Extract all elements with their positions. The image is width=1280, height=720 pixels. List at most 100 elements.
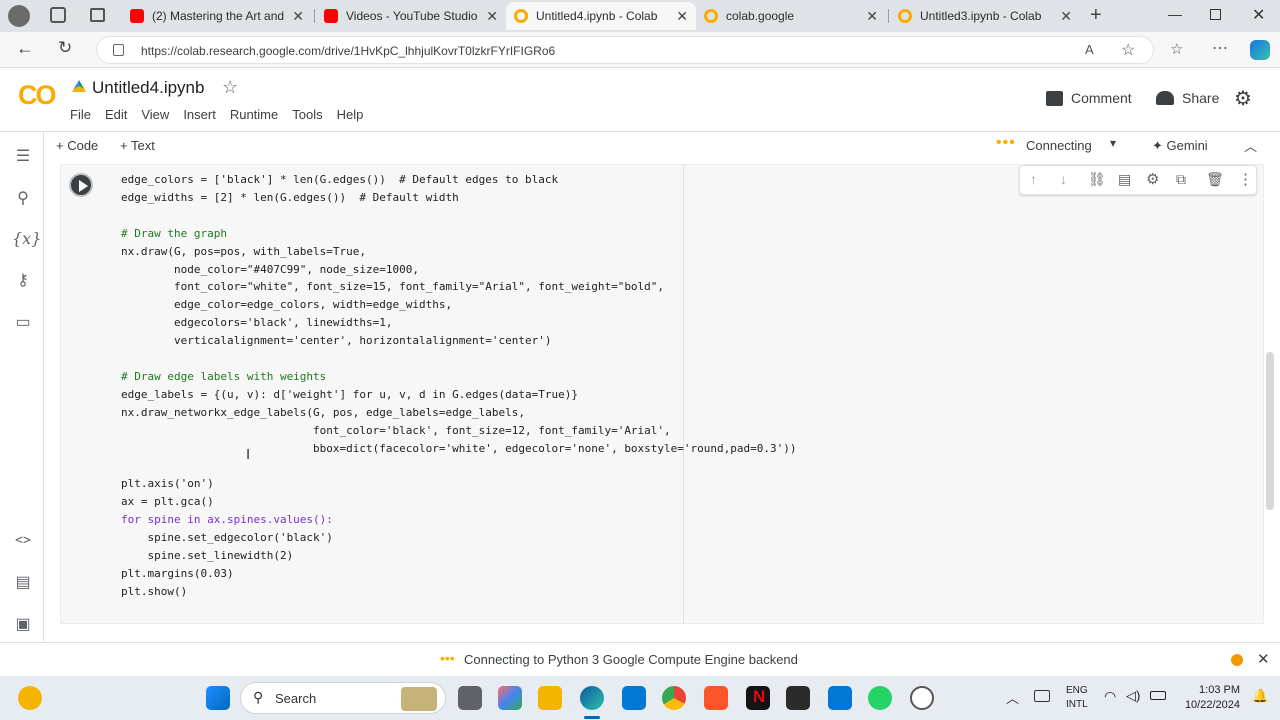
more-menu-icon[interactable]: ⋯ xyxy=(1212,38,1228,58)
menu-view[interactable]: View xyxy=(141,107,169,122)
new-tab-icon[interactable]: + xyxy=(1090,4,1102,27)
language-indicator[interactable]: ENG INTL xyxy=(1066,684,1088,712)
more-vert-icon[interactable]: ⋮ xyxy=(1238,170,1253,188)
copilot-icon[interactable] xyxy=(1250,40,1270,60)
terminal-taskbar-icon[interactable] xyxy=(786,686,810,710)
cell-settings-icon[interactable]: ⚙ xyxy=(1146,170,1159,188)
favorite-star-icon[interactable]: ☆ xyxy=(1121,40,1135,60)
mirror-cell-icon[interactable]: ⧉ xyxy=(1176,171,1186,188)
variables-icon[interactable]: {x} xyxy=(12,228,41,250)
restore-icon[interactable] xyxy=(1210,9,1221,20)
connection-status[interactable]: Connecting xyxy=(1026,138,1092,153)
drive-icon xyxy=(72,80,86,92)
brave-icon[interactable] xyxy=(704,686,728,710)
move-up-icon[interactable]: ↑ xyxy=(1030,171,1037,187)
menu-edit[interactable]: Edit xyxy=(105,107,127,122)
menu-runtime[interactable]: Runtime xyxy=(230,107,278,122)
close-status-icon[interactable]: ✕ xyxy=(1257,650,1270,668)
minimize-icon[interactable]: — xyxy=(1168,6,1182,22)
colab-icon xyxy=(514,9,528,23)
read-aloud-icon[interactable]: A xyxy=(1085,42,1094,57)
volume-icon[interactable]: ◁) xyxy=(1126,688,1140,704)
menu-tools[interactable]: Tools xyxy=(292,107,322,122)
comment-cell-icon[interactable]: ▤ xyxy=(1118,171,1131,188)
edge-browser-icon[interactable] xyxy=(580,686,604,710)
tab-youtube-video[interactable]: (2) Mastering the Art and S ✕ xyxy=(122,2,312,30)
share-button[interactable]: Share xyxy=(1156,90,1219,106)
delete-icon[interactable]: 🗑 xyxy=(1206,171,1224,188)
tray-app-icon[interactable] xyxy=(1034,690,1050,702)
settings-gear-icon[interactable]: ⚙ xyxy=(1234,86,1252,111)
url-field[interactable]: https://colab.research.google.com/drive/… xyxy=(96,36,1154,64)
copilot-taskbar-icon[interactable] xyxy=(498,686,522,710)
menu-file[interactable]: File xyxy=(70,107,91,122)
task-view-icon[interactable] xyxy=(458,686,482,710)
chevron-down-icon[interactable]: ▾ xyxy=(1110,136,1116,150)
refresh-icon[interactable]: ↻ xyxy=(58,38,72,58)
notifications-bell-icon[interactable]: 🔔 xyxy=(1252,688,1268,704)
vscode-icon[interactable] xyxy=(828,686,852,710)
code-comment: # Draw the graph xyxy=(121,226,227,240)
move-down-icon[interactable]: ↓ xyxy=(1060,171,1067,187)
search-highlight-icon xyxy=(401,687,437,711)
link-icon[interactable]: ⛓ xyxy=(1088,171,1106,188)
tab-colab-google[interactable]: colab.google ✕ xyxy=(696,2,886,30)
menu-help[interactable]: Help xyxy=(337,107,364,122)
scrollbar[interactable] xyxy=(1266,352,1274,510)
whatsapp-icon[interactable] xyxy=(868,686,892,710)
add-text-button[interactable]: + Text xyxy=(120,138,155,153)
command-palette-icon[interactable]: ▤ xyxy=(12,572,34,594)
comment-button[interactable]: Comment xyxy=(1046,90,1132,106)
add-code-button[interactable]: + Code xyxy=(56,138,98,153)
colab-header: CO Untitled4.ipynb ☆ File Edit View Insert R… xyxy=(0,68,1280,132)
run-cell-button[interactable] xyxy=(69,173,93,197)
netflix-icon[interactable]: N xyxy=(746,686,770,710)
tab-youtube-studio[interactable]: Videos - YouTube Studio ✕ xyxy=(316,2,506,30)
taskbar-search[interactable]: ⚲ Search xyxy=(240,682,446,714)
secrets-key-icon[interactable]: ⚷ xyxy=(12,270,34,292)
chrome-icon[interactable] xyxy=(662,686,686,710)
notebook-title[interactable]: Untitled4.ipynb xyxy=(92,78,204,98)
close-tab-icon[interactable]: ✕ xyxy=(1060,8,1072,25)
files-folder-icon[interactable]: ▭ xyxy=(12,312,34,334)
store-icon[interactable] xyxy=(622,686,646,710)
close-tab-icon[interactable]: ✕ xyxy=(866,8,878,25)
close-tab-icon[interactable]: ✕ xyxy=(676,8,688,25)
workspaces-icon[interactable] xyxy=(50,7,66,23)
code-line: edge_widths = [2] * len(G.edges()) # Def… xyxy=(121,190,459,204)
close-tab-icon[interactable]: ✕ xyxy=(292,8,304,25)
left-sidebar: ☰ ⚲ {x} ⚷ ▭ <> ▤ ▣ xyxy=(0,132,44,642)
tab-actions-icon[interactable] xyxy=(90,8,105,22)
terminal-icon[interactable]: ▣ xyxy=(12,614,34,636)
file-explorer-icon[interactable] xyxy=(538,686,562,710)
battery-icon[interactable] xyxy=(1150,691,1166,700)
back-icon[interactable]: ← xyxy=(16,38,34,59)
address-bar-row: ← ↻ https://colab.research.google.com/dr… xyxy=(0,32,1280,68)
table-of-contents-icon[interactable]: ☰ xyxy=(12,146,34,168)
collapse-icon[interactable]: ︿ xyxy=(1244,136,1257,155)
code-line: node_color="#407C99", node_size=1000, xyxy=(121,262,420,276)
close-tab-icon[interactable]: ✕ xyxy=(486,8,498,25)
menu-insert[interactable]: Insert xyxy=(183,107,216,122)
favorites-icon[interactable]: ☆ xyxy=(1170,40,1183,58)
profile-avatar[interactable] xyxy=(8,5,30,27)
search-icon[interactable]: ⚲ xyxy=(12,188,34,210)
site-info-icon[interactable] xyxy=(113,44,124,56)
close-window-icon[interactable]: ✕ xyxy=(1252,5,1265,25)
status-dots-icon: ••• xyxy=(440,650,455,666)
code-snippets-icon[interactable]: <> xyxy=(12,530,34,552)
tab-untitled4[interactable]: Untitled4.ipynb - Colab ✕ xyxy=(506,2,696,30)
colab-logo[interactable]: CO xyxy=(18,80,56,111)
star-notebook-icon[interactable]: ☆ xyxy=(222,77,238,98)
code-cell[interactable]: edge_colors = ['black'] * len(G.edges())… xyxy=(60,164,1264,624)
wifi-icon[interactable]: ◠ xyxy=(1104,688,1116,705)
tab-untitled3[interactable]: Untitled3.ipynb - Colab ✕ xyxy=(890,2,1080,30)
windows-start-icon[interactable] xyxy=(206,686,230,710)
weather-icon[interactable] xyxy=(18,686,42,710)
code-line: for spine in ax.spines.values(): xyxy=(121,513,333,527)
gemini-button[interactable]: ✦ Gemini xyxy=(1152,138,1208,154)
code-editor[interactable]: edge_colors = ['black'] * len(G.edges())… xyxy=(121,171,797,601)
recorder-icon[interactable] xyxy=(910,686,934,710)
tray-overflow-icon[interactable]: ︿ xyxy=(1006,688,1019,707)
clock[interactable]: 1:03 PM 10/22/2024 xyxy=(1180,683,1240,713)
